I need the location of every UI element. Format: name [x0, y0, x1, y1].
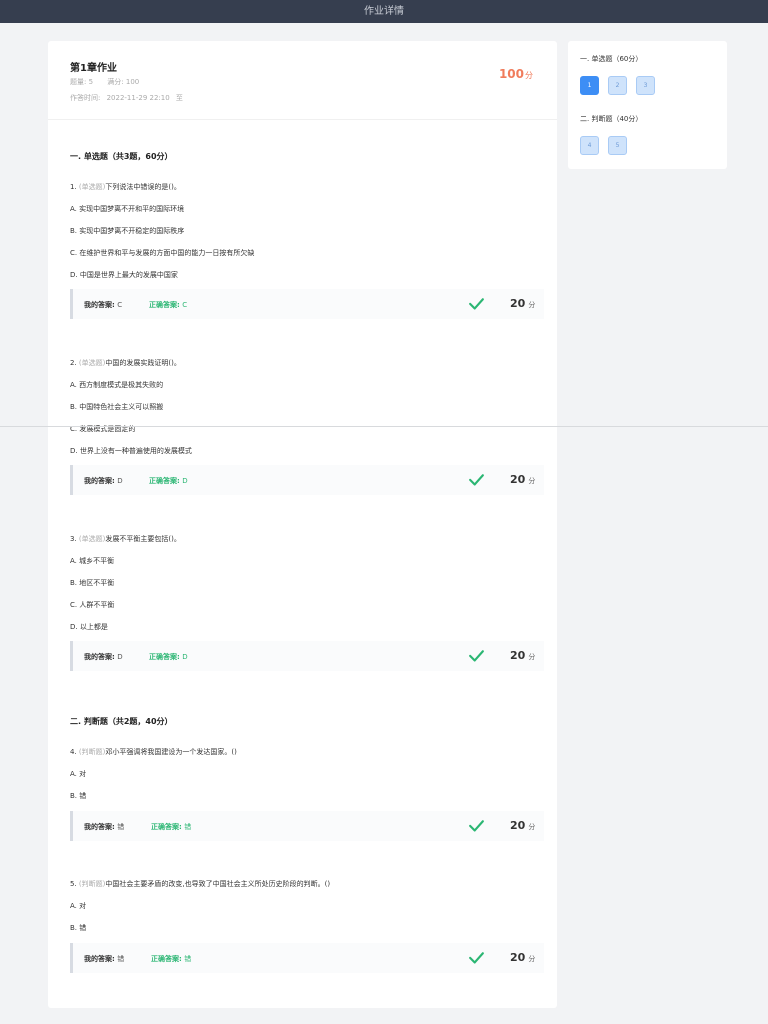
homework-meta: 题量: 5 满分: 100 — [70, 77, 151, 87]
option: A. 对 — [70, 902, 87, 910]
option: A. 西方制度模式是极其失败的 — [70, 381, 164, 389]
nav-question-2[interactable]: 2 — [608, 76, 627, 95]
time-label: 作答时间: — [70, 94, 101, 102]
option: D. 中国是世界上最大的发展中国家 — [70, 271, 178, 279]
total-score-value: 100 — [498, 67, 524, 81]
section-title-judge: 二. 判断题（共2题，40分） — [70, 717, 173, 726]
question-text: 中国社会主要矛盾的改变,也导致了中国社会主义所处历史阶段的判断。() — [105, 880, 331, 888]
section-title-single: 一. 单选题（共3题，60分） — [70, 152, 173, 161]
page-title: 作业详情 — [364, 6, 404, 17]
question-text: 发展不平衡主要包括()。 — [105, 535, 181, 543]
check-icon — [469, 474, 484, 486]
time-start: 2022-11-29 22:10 — [106, 94, 170, 102]
question-number: 1. — [70, 183, 77, 191]
question-text: 中国的发展实践证明()。 — [105, 359, 181, 367]
question-score: 20 分 — [510, 819, 536, 832]
nav-row-single: 1 2 3 — [580, 76, 715, 95]
nav-question-1[interactable]: 1 — [580, 76, 599, 95]
question-type: (判断题) — [78, 880, 106, 888]
divider-line — [0, 426, 768, 427]
question-text: 邓小平强调将我国建设为一个发达国家。() — [105, 748, 237, 756]
question-nav: 一. 单选题（60分） 1 2 3 二. 判断题（40分） 4 5 — [568, 41, 727, 169]
option: D. 世界上没有一种普遍使用的发展模式 — [70, 447, 192, 455]
nav-question-5[interactable]: 5 — [608, 136, 627, 155]
option: D. 以上都是 — [70, 623, 108, 631]
check-icon — [469, 298, 484, 310]
nav-section-title: 一. 单选题（60分） — [580, 55, 643, 63]
question-stem: 3. (单选题)发展不平衡主要包括()。 — [70, 534, 181, 544]
check-icon — [469, 650, 484, 662]
check-icon — [469, 952, 484, 964]
question-type: (判断题) — [78, 748, 106, 756]
nav-row-judge: 4 5 — [580, 136, 715, 155]
question-type: (单选题) — [78, 535, 106, 543]
question-score: 20 分 — [510, 297, 536, 310]
question-count: 题量: 5 — [70, 78, 94, 86]
option: C. 人群不平衡 — [70, 601, 115, 609]
option: B. 错 — [70, 792, 87, 800]
option: B. 地区不平衡 — [70, 579, 115, 587]
option: A. 城乡不平衡 — [70, 557, 115, 565]
my-answer: 我的答案: C — [84, 301, 123, 309]
question-stem: 1. (单选题)下列说法中错误的是()。 — [70, 182, 181, 192]
question-score: 20 分 — [510, 649, 536, 662]
question-type: (单选题) — [78, 359, 106, 367]
answer-box: 我的答案: D 正确答案: D 20 分 — [70, 641, 544, 671]
option: B. 错 — [70, 924, 87, 932]
my-answer: 我的答案: 错 — [84, 823, 125, 831]
nav-question-3[interactable]: 3 — [636, 76, 655, 95]
homework-title: 第1章作业 — [70, 63, 117, 74]
question-score: 20 分 — [510, 951, 536, 964]
question-stem: 2. (单选题)中国的发展实践证明()。 — [70, 358, 181, 368]
time-sep: 至 — [175, 94, 183, 102]
header-divider — [48, 119, 557, 120]
option: B. 实现中国梦离不开稳定的国际秩序 — [70, 227, 185, 235]
full-score: 满分: 100 — [107, 78, 140, 86]
question-number: 5. — [70, 880, 77, 888]
nav-section-title: 二. 判断题（40分） — [580, 115, 643, 123]
nav-question-4[interactable]: 4 — [580, 136, 599, 155]
total-score: 100分 — [499, 67, 533, 81]
my-answer: 我的答案: 错 — [84, 955, 125, 963]
question-type: (单选题) — [78, 183, 106, 191]
answer-box: 我的答案: D 正确答案: D 20 分 — [70, 465, 544, 495]
answer-box: 我的答案: C 正确答案: C 20 分 — [70, 289, 544, 319]
option: A. 对 — [70, 770, 87, 778]
question-number: 2. — [70, 359, 77, 367]
correct-answer: 正确答案: C — [149, 301, 188, 309]
answer-box: 我的答案: 错 正确答案: 错 20 分 — [70, 943, 544, 973]
correct-answer: 正确答案: D — [149, 653, 188, 661]
total-score-unit: 分 — [525, 71, 533, 80]
option: C. 在维护世界和平与发展的方面中国的能力一日按有所欠缺 — [70, 249, 255, 257]
correct-answer: 正确答案: 错 — [151, 823, 192, 831]
answer-box: 我的答案: 错 正确答案: 错 20 分 — [70, 811, 544, 841]
check-icon — [469, 820, 484, 832]
homework-card: 第1章作业 题量: 5 满分: 100 作答时间: 2022-11-29 22:… — [48, 41, 557, 1008]
question-stem: 5. (判断题)中国社会主要矛盾的改变,也导致了中国社会主义所处历史阶段的判断。… — [70, 879, 330, 889]
option: A. 实现中国梦离不开和平的国际环境 — [70, 205, 185, 213]
option: B. 中国特色社会主义可以照搬 — [70, 403, 164, 411]
my-answer: 我的答案: D — [84, 653, 123, 661]
correct-answer: 正确答案: D — [149, 477, 188, 485]
question-stem: 4. (判断题)邓小平强调将我国建设为一个发达国家。() — [70, 747, 237, 757]
question-text: 下列说法中错误的是()。 — [105, 183, 181, 191]
my-answer: 我的答案: D — [84, 477, 123, 485]
top-bar: 作业详情 — [0, 0, 768, 23]
correct-answer: 正确答案: 错 — [151, 955, 192, 963]
question-number: 4. — [70, 748, 77, 756]
homework-time: 作答时间: 2022-11-29 22:10 至 — [70, 93, 187, 103]
question-score: 20 分 — [510, 473, 536, 486]
question-number: 3. — [70, 535, 77, 543]
